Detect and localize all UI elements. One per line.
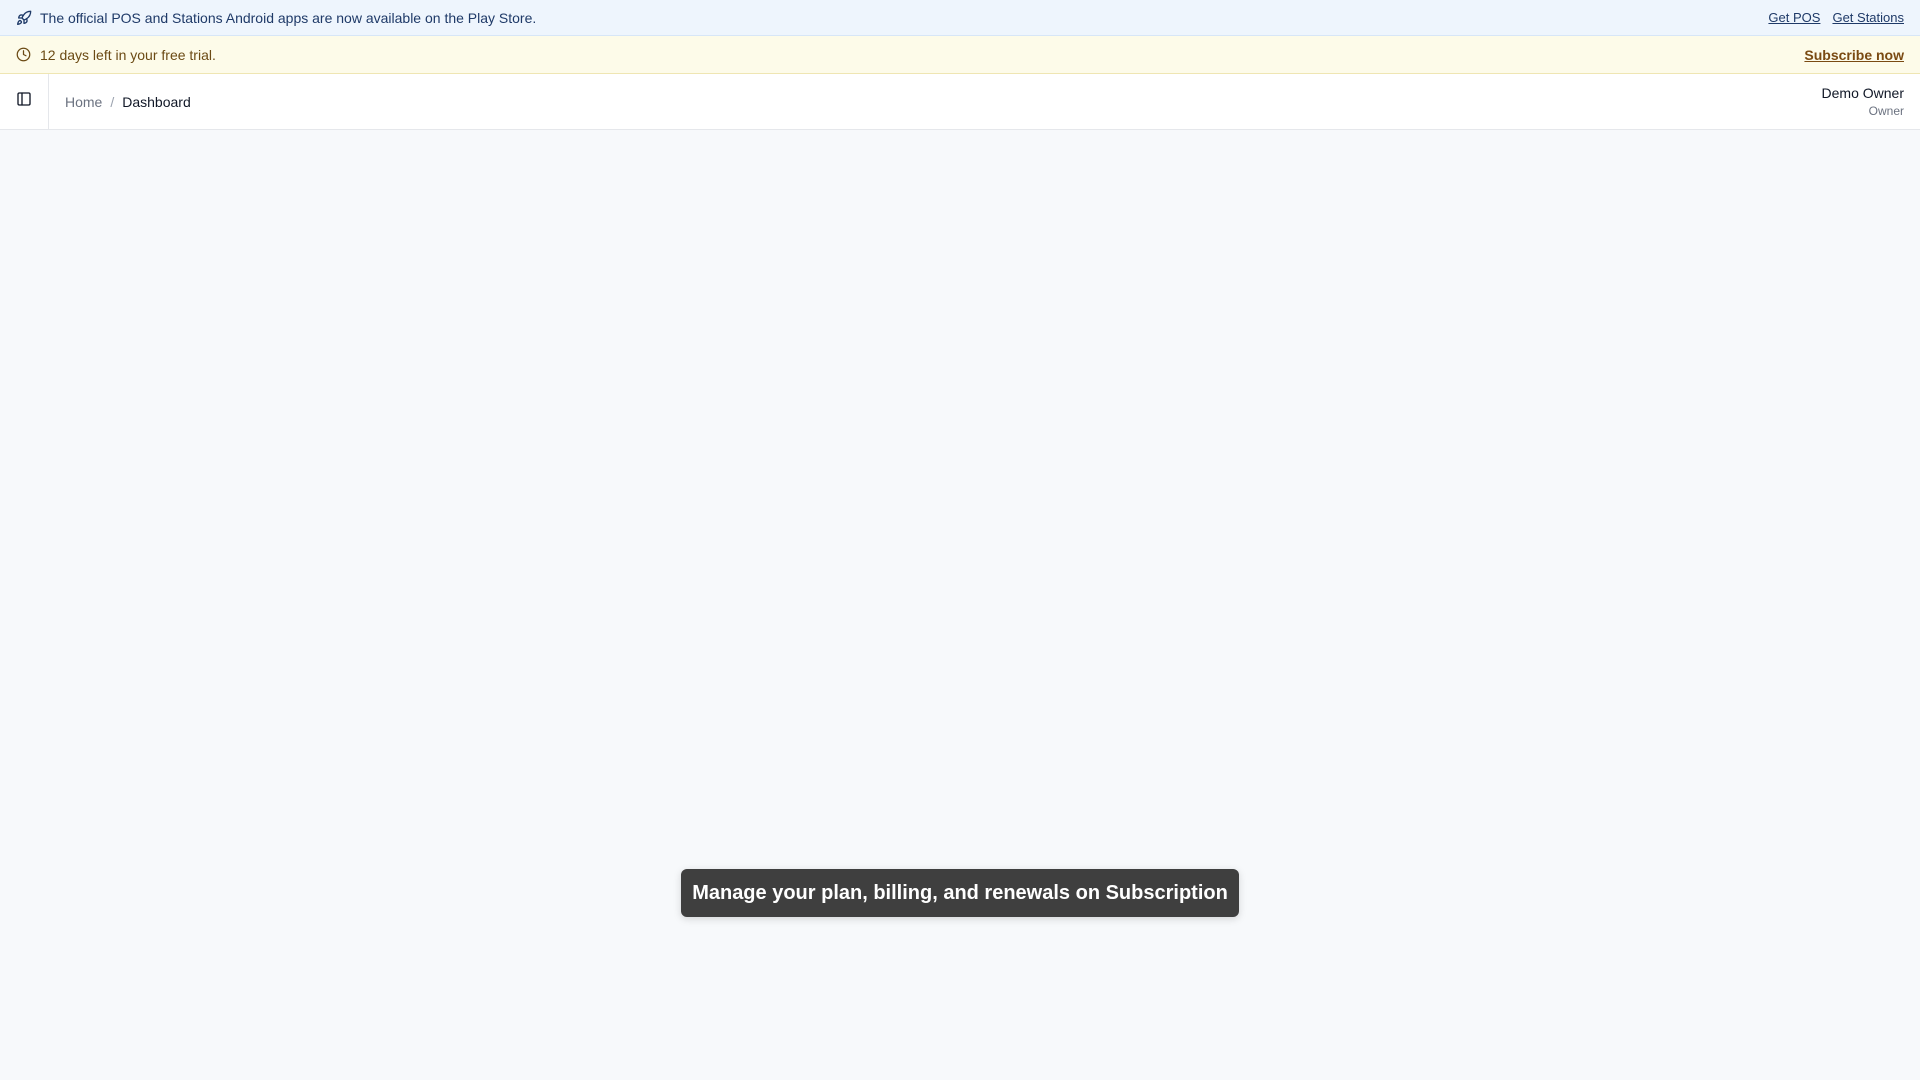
sidebar-toggle-button[interactable] xyxy=(0,73,49,130)
sidebar-toggle-icon xyxy=(16,91,32,112)
get-pos-link[interactable]: Get POS xyxy=(1768,10,1820,25)
get-stations-link[interactable]: Get Stations xyxy=(1832,10,1904,25)
breadcrumb-dashboard: Dashboard xyxy=(122,93,191,110)
announcement-banner: The official POS and Stations Android ap… xyxy=(0,0,1920,36)
user-name: Demo Owner xyxy=(1821,84,1904,101)
trial-message: 12 days left in your free trial. xyxy=(40,46,216,63)
breadcrumb-separator: / xyxy=(110,93,115,110)
trial-banner: 12 days left in your free trial. Subscri… xyxy=(0,36,1920,74)
rocket-icon xyxy=(16,10,40,26)
user-menu[interactable]: Demo Owner Owner xyxy=(1822,85,1920,118)
announcement-message: The official POS and Stations Android ap… xyxy=(40,9,537,26)
clock-icon xyxy=(16,47,40,62)
main-content xyxy=(0,130,1920,1080)
breadcrumb-home[interactable]: Home xyxy=(65,94,102,110)
breadcrumb: Home / Dashboard xyxy=(65,94,1822,110)
top-bar: Home / Dashboard Demo Owner Owner xyxy=(0,73,1920,130)
toast-notification: Manage your plan, billing, and renewals … xyxy=(681,869,1239,917)
subscribe-now-link[interactable]: Subscribe now xyxy=(1804,47,1904,63)
user-role: Owner xyxy=(1868,103,1904,118)
